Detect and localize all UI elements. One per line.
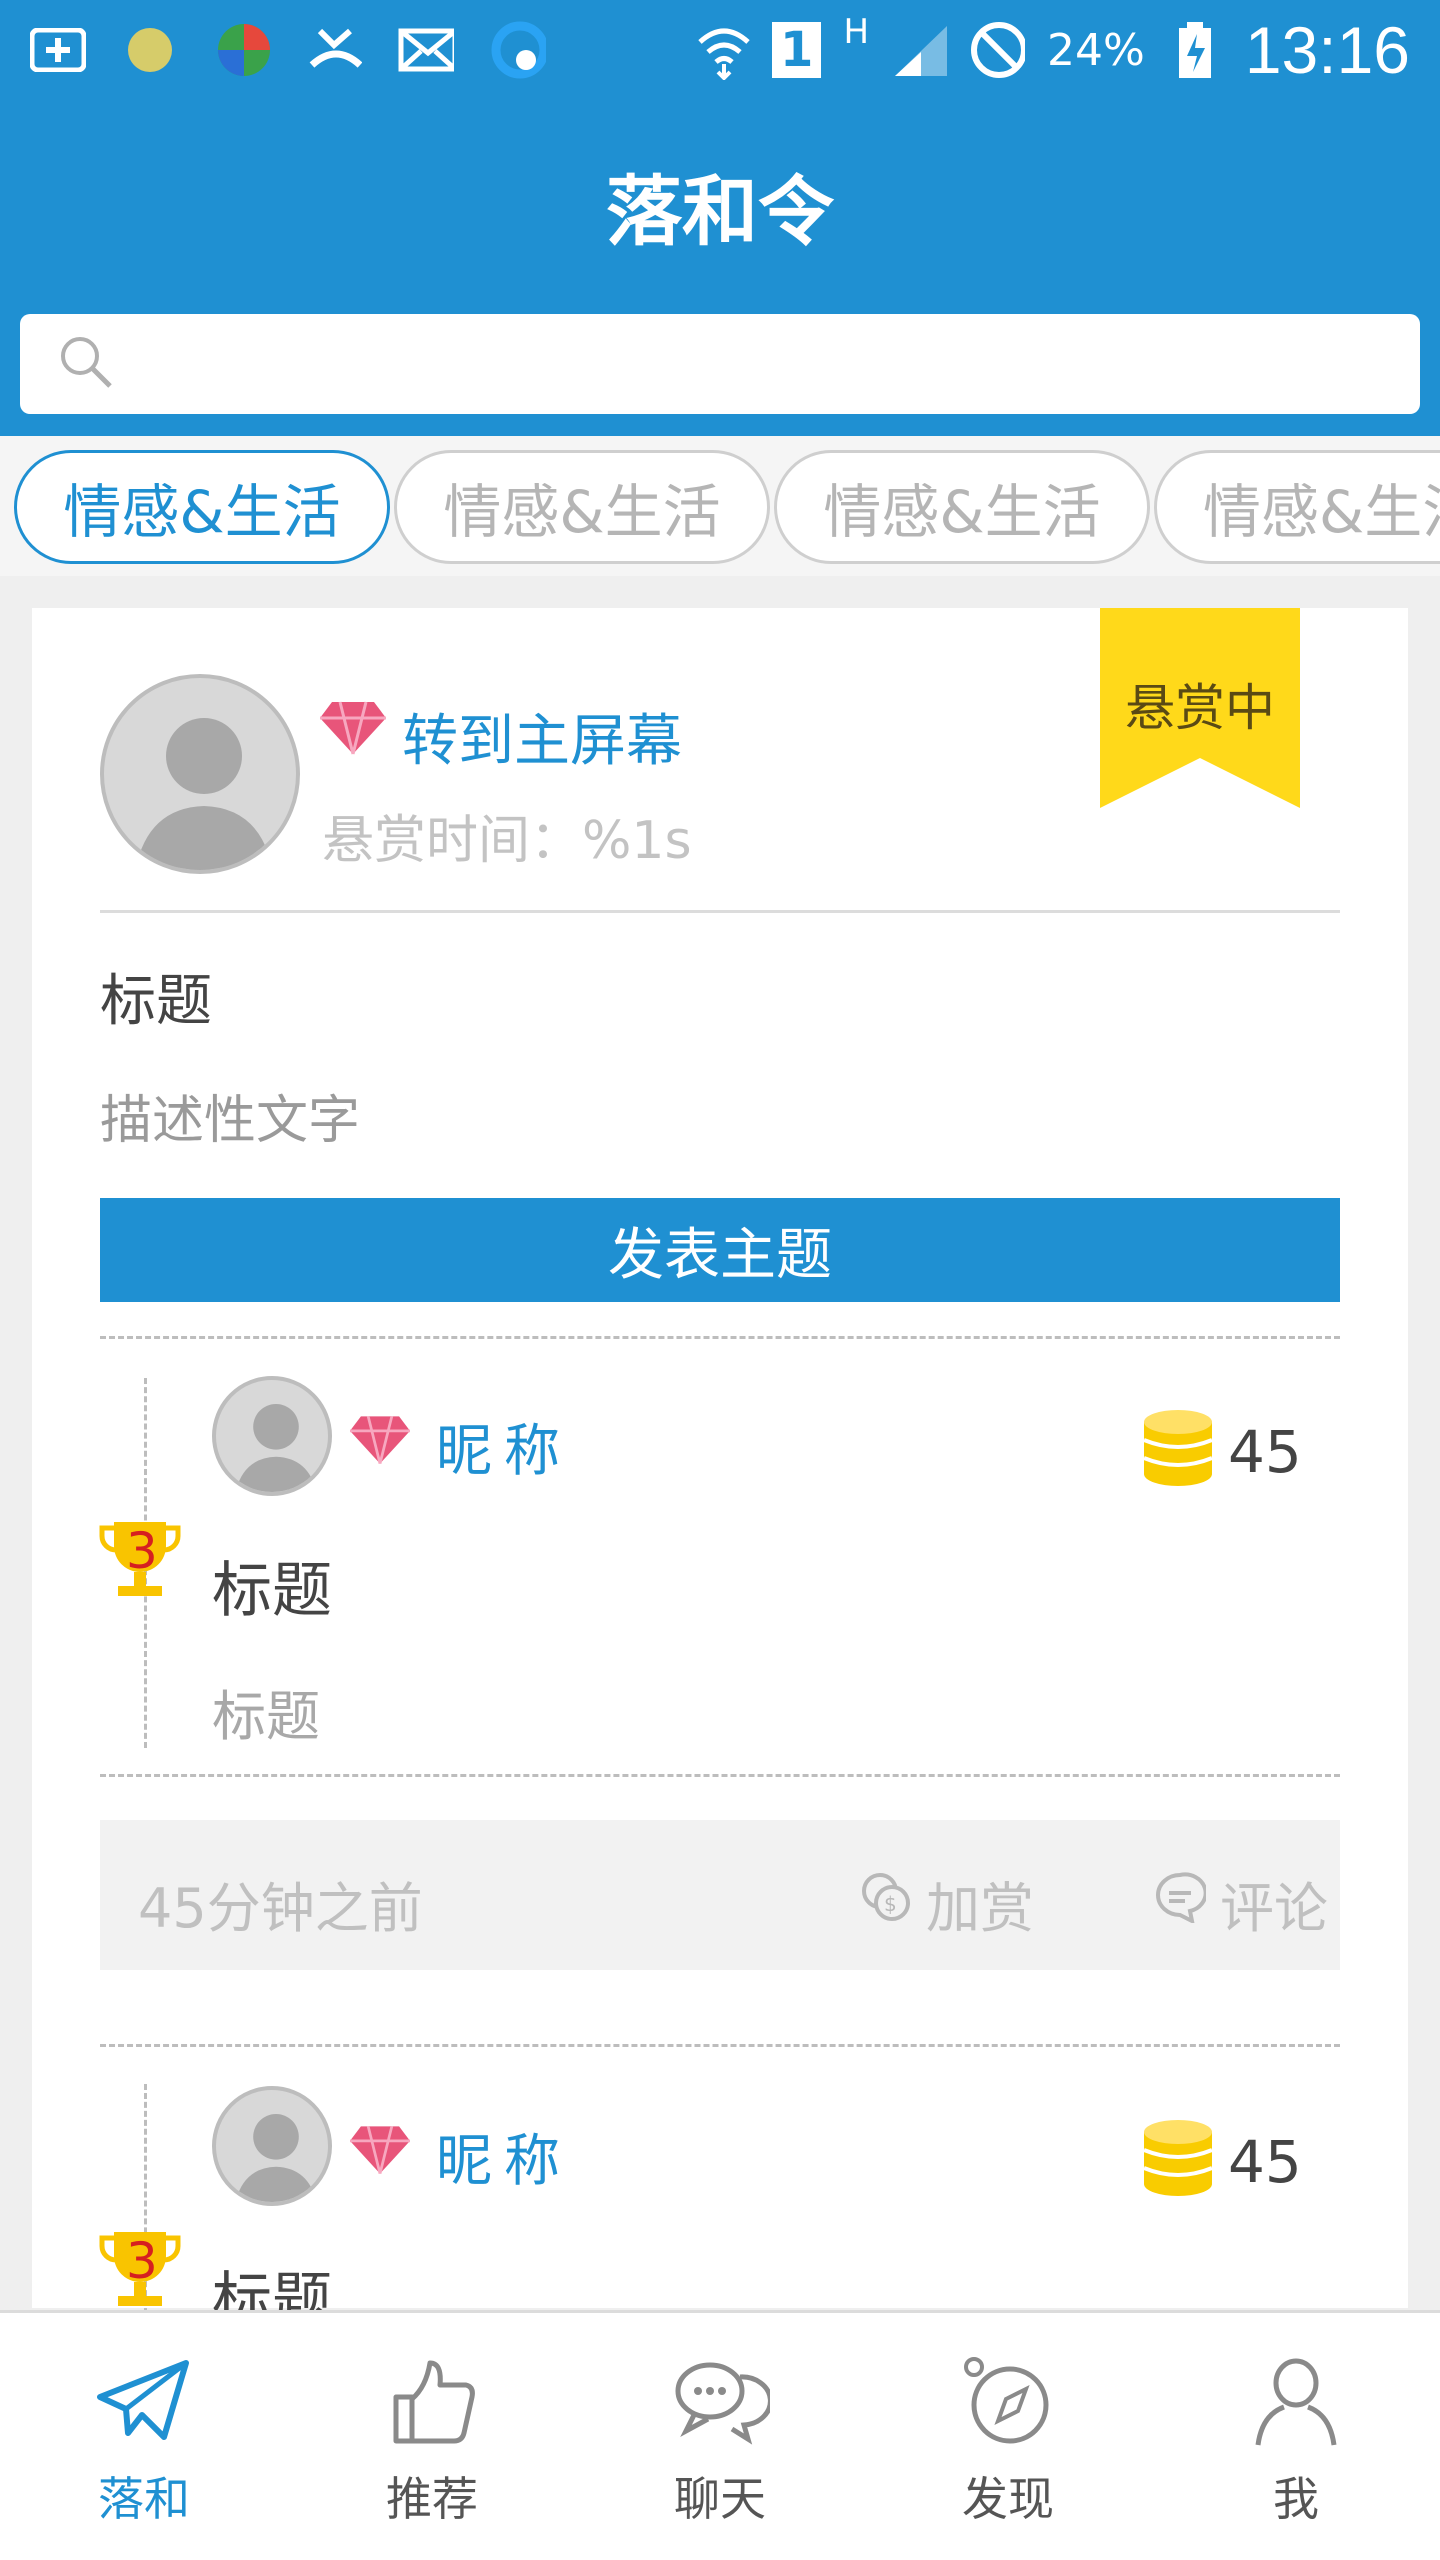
add-reward-button[interactable]: $ 加赏 [860,1864,1034,1943]
reply-title: 标题 [212,1556,332,1626]
notification-icons [30,21,546,79]
reply-nickname[interactable]: 昵称 [436,1406,572,1487]
nav-item-me[interactable]: 我 [1152,2313,1440,2560]
nav-item-luohe[interactable]: 落和 [0,2313,288,2560]
reply-subtitle: 标题 [212,1685,320,1748]
comment-icon [1154,1871,1208,1936]
network-type: H [843,12,870,52]
nav-item-chat[interactable]: 聊天 [576,2313,864,2560]
person-silhouette-icon [235,1404,317,1492]
poster-name[interactable]: 转到主屏幕 [402,696,682,777]
tab-category-1[interactable]: 情感&生活 [14,450,390,564]
coin-stack-icon [1142,1408,1214,1492]
reply-avatar[interactable] [212,2086,332,2206]
svg-text:$: $ [884,1892,897,1916]
person-silhouette-icon [235,2114,317,2202]
ribbon-label: 悬赏中 [1125,679,1275,737]
person-silhouette-icon [135,718,273,870]
rank-number: 3 [126,1522,158,1580]
chat-bubbles-icon [675,2362,770,2445]
post-title: 标题 [100,969,212,1034]
paper-plane-icon [97,2360,189,2440]
time-ago: 45分钟之前 [138,1877,423,1940]
comment-button[interactable]: 评论 [1154,1864,1328,1943]
reply-nickname[interactable]: 昵称 [436,2116,572,2197]
nav-label: 落和 [98,2472,190,2526]
category-tabs: 情感&生活 情感&生活 情感&生活 情感&生活 [0,436,1440,576]
rank-number: 3 [126,2232,158,2290]
dot-icon [122,22,178,78]
thumbs-up-icon [393,2360,475,2444]
search-icon [56,332,116,396]
nav-label: 我 [1273,2472,1319,2526]
post-card: 悬赏中 转到主屏幕 悬赏时间：%1s 标题 描述性文字 发表主题 3 昵称 45… [32,608,1408,2336]
missed-call-icon [306,22,362,78]
reward-time: 悬赏时间：%1s [322,811,692,871]
nav-item-recommend[interactable]: 推荐 [288,2313,576,2560]
gem-icon [320,700,386,760]
reply-avatar[interactable] [212,1376,332,1496]
person-icon [1255,2358,1337,2446]
publish-topic-button[interactable]: 发表主题 [100,1198,1340,1302]
compass-icon [964,2357,1049,2444]
gem-icon [350,1414,410,1470]
comment-label: 评论 [1220,1877,1328,1940]
system-status: 1 H 24% 13:16 [694,12,1410,88]
status-bar: 1 H 24% 13:16 [0,0,1440,100]
battery-charging-icon [1167,22,1223,78]
wifi-icon [694,22,750,80]
signal-icon [891,22,948,78]
add-box-icon [30,22,86,78]
tab-category-3[interactable]: 情感&生活 [774,450,1150,564]
add-reward-label: 加赏 [926,1877,1034,1940]
app-ball-icon [214,22,270,78]
coins-icon: $ [860,1871,912,1936]
nav-label: 推荐 [386,2472,478,2526]
coin-stack-icon [1142,2118,1214,2202]
bottom-nav: 落和 推荐 聊天 发现 我 [0,2310,1440,2560]
sim-indicator: 1 [772,22,822,78]
battery-percent: 24% [1047,24,1145,76]
mail-icon [398,22,454,78]
reply-coin-count: 45 [1228,2128,1302,2196]
reply-divider [100,2044,1340,2047]
reply-divider [100,1774,1340,1777]
reply-divider [100,1336,1340,1339]
do-not-disturb-icon [969,22,1026,78]
app-bar: 落和令 [0,100,1440,436]
gem-icon [350,2124,410,2180]
nav-label: 聊天 [674,2472,766,2526]
browser-icon [490,21,546,79]
reply-coin-count: 45 [1228,1418,1302,1486]
clock: 13:16 [1244,13,1410,87]
post-description: 描述性文字 [100,1091,361,1151]
tab-category-2[interactable]: 情感&生活 [394,450,770,564]
poster-avatar[interactable] [100,674,300,874]
action-bar: 45分钟之前 $ 加赏 评论 [100,1820,1340,1970]
page-title: 落和令 [606,167,834,256]
tab-category-4[interactable]: 情感&生活 [1154,450,1440,564]
reward-ribbon: 悬赏中 [1100,608,1300,808]
search-input[interactable] [20,314,1420,414]
nav-item-discover[interactable]: 发现 [864,2313,1152,2560]
divider [100,910,1340,913]
nav-label: 发现 [962,2472,1054,2526]
